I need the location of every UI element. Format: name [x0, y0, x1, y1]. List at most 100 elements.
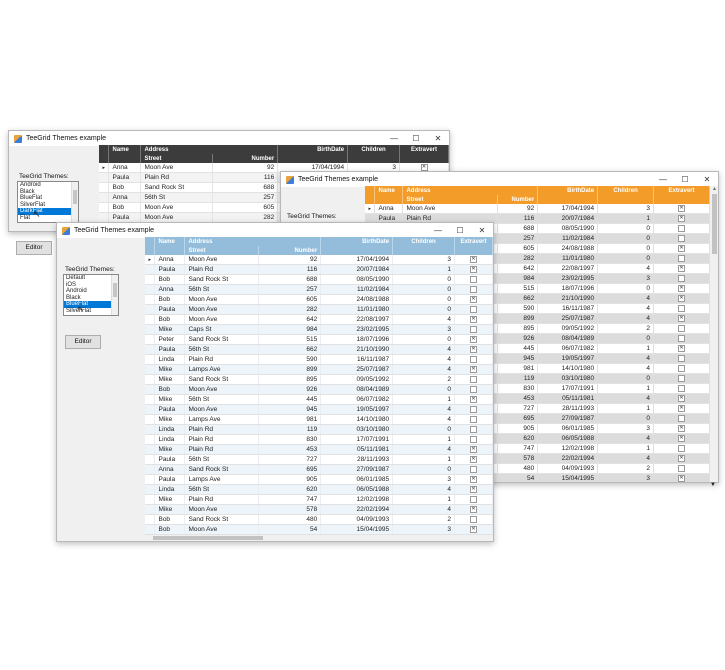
header-name[interactable]: Name	[108, 145, 142, 154]
extravert-checkbox[interactable]	[678, 254, 686, 262]
extravert-checkbox[interactable]: ✕	[469, 445, 477, 453]
table-row[interactable]: Paula 56th St 662 21/10/1990 4 ✕	[145, 344, 493, 355]
title-bar[interactable]: TeeGrid Themes example — ☐ ✕	[281, 172, 718, 187]
extravert-checkbox[interactable]: ✕	[469, 485, 477, 493]
extravert-checkbox[interactable]: ✕	[678, 394, 686, 402]
extravert-checkbox[interactable]	[469, 375, 477, 383]
table-row[interactable]: Mike Caps St 984 23/02/1995 3	[145, 324, 493, 335]
extravert-checkbox[interactable]	[678, 324, 686, 332]
extravert-checkbox[interactable]: ✕	[678, 294, 686, 302]
table-row[interactable]: Linda 56th St 620 06/05/1988 4 ✕	[145, 484, 493, 495]
extravert-checkbox[interactable]: ✕	[469, 505, 477, 513]
extravert-checkbox[interactable]	[678, 374, 686, 382]
extravert-checkbox[interactable]	[469, 415, 477, 423]
table-row[interactable]: Linda Plain Rd 590 16/11/1987 4	[145, 354, 493, 365]
title-bar[interactable]: TeeGrid Themes example — ☐ ✕	[57, 223, 493, 238]
scroll-thumb[interactable]	[153, 536, 263, 540]
header-children[interactable]: Children	[392, 237, 455, 246]
extravert-checkbox[interactable]: ✕	[678, 204, 686, 212]
table-row[interactable]: Mike Moon Ave 578 22/02/1994 4 ✕	[145, 504, 493, 515]
themes-listbox[interactable]: Android Black BlueFlat SilverFlat DarkFlat Fl…	[17, 181, 79, 223]
header-number[interactable]: Number	[497, 195, 539, 204]
table-row[interactable]: Anna Sand Rock St 695 27/09/1987 0	[145, 464, 493, 475]
table-row[interactable]: Bob Sand Rock St 480 04/09/1993 2	[145, 514, 493, 525]
extravert-checkbox[interactable]: ✕	[678, 454, 686, 462]
vertical-scrollbar[interactable]: ▲	[711, 186, 718, 482]
extravert-checkbox[interactable]	[678, 234, 686, 242]
table-row[interactable]: Bob Moon Ave 605 24/08/1988 0 ✕	[145, 294, 493, 305]
extravert-checkbox[interactable]: ✕	[469, 315, 477, 323]
table-row[interactable]: Mike Plain Rd 453 05/11/1981 4 ✕	[145, 444, 493, 455]
extravert-checkbox[interactable]	[469, 275, 477, 283]
extravert-checkbox[interactable]	[469, 465, 477, 473]
table-row[interactable]: Mike Lamps Ave 899 25/07/1987 4 ✕	[145, 364, 493, 375]
extravert-checkbox[interactable]: ✕	[678, 344, 686, 352]
data-grid-blue[interactable]: Name Address BirthDate Children Extraver…	[145, 237, 493, 535]
extravert-checkbox[interactable]	[678, 274, 686, 282]
header-birthdate[interactable]: BirthDate	[277, 145, 349, 154]
extravert-checkbox[interactable]	[469, 495, 477, 503]
theme-option[interactable]: Flat	[18, 215, 78, 222]
extravert-checkbox[interactable]: ✕	[469, 295, 477, 303]
extravert-checkbox[interactable]	[678, 224, 686, 232]
extravert-checkbox[interactable]	[469, 285, 477, 293]
horizontal-scrollbar[interactable]	[145, 535, 493, 541]
extravert-checkbox[interactable]: ✕	[469, 395, 477, 403]
extravert-checkbox[interactable]: ✕	[678, 244, 686, 252]
scroll-up-icon[interactable]: ▲	[711, 186, 718, 193]
header-street[interactable]: Street	[402, 195, 499, 204]
table-row[interactable]: Bob Moon Ave 642 22/08/1997 4 ✕	[145, 314, 493, 325]
minimize-button[interactable]: —	[427, 223, 449, 238]
table-row[interactable]: Paula Plain Rd 116 20/07/1984 1 ✕	[145, 264, 493, 275]
header-extravert[interactable]: Extravert	[653, 186, 710, 195]
header-name[interactable]: Name	[374, 186, 404, 195]
table-row[interactable]: Linda Plain Rd 119 03/10/1980 0	[145, 424, 493, 435]
table-row[interactable]: Paula Moon Ave 945 19/05/1997 4	[145, 404, 493, 415]
extravert-checkbox[interactable]	[469, 305, 477, 313]
title-bar[interactable]: TeeGrid Themes example — ☐ ✕	[9, 131, 449, 146]
extravert-checkbox[interactable]	[678, 364, 686, 372]
extravert-checkbox[interactable]: ✕	[469, 365, 477, 373]
extravert-checkbox[interactable]: ✕	[678, 434, 686, 442]
extravert-checkbox[interactable]: ✕	[469, 455, 477, 463]
table-row[interactable]: Peter Sand Rock St 515 18/07/1996 0 ✕	[145, 334, 493, 345]
header-street[interactable]: Street	[140, 154, 214, 163]
extravert-checkbox[interactable]	[678, 354, 686, 362]
extravert-checkbox[interactable]	[469, 435, 477, 443]
minimize-button[interactable]: —	[652, 172, 674, 187]
listbox-scrollbar[interactable]	[111, 275, 118, 315]
extravert-checkbox[interactable]: ✕	[678, 284, 686, 292]
header-number[interactable]: Number	[258, 246, 322, 255]
header-address[interactable]: Address	[140, 145, 279, 154]
extravert-checkbox[interactable]	[469, 405, 477, 413]
table-row[interactable]: Mike Sand Rock St 895 09/05/1992 2	[145, 374, 493, 385]
close-button[interactable]: ✕	[696, 172, 718, 187]
maximize-button[interactable]: ☐	[674, 172, 696, 187]
extravert-checkbox[interactable]: ✕	[469, 475, 477, 483]
header-address[interactable]: Address	[184, 237, 322, 246]
table-row[interactable]: Bob Moon Ave 926 08/04/1989 0	[145, 384, 493, 395]
extravert-checkbox[interactable]	[469, 425, 477, 433]
editor-button[interactable]: Editor	[65, 335, 101, 349]
close-button[interactable]: ✕	[471, 223, 493, 238]
extravert-checkbox[interactable]	[469, 385, 477, 393]
maximize-button[interactable]: ☐	[449, 223, 471, 238]
scroll-arrow-down-icon[interactable]: ▼	[710, 482, 716, 488]
extravert-checkbox[interactable]	[678, 304, 686, 312]
table-row[interactable]: Bob Moon Ave 54 15/04/1995 3 ✕	[145, 524, 493, 535]
listbox-scrollbar[interactable]	[71, 182, 78, 222]
close-button[interactable]: ✕	[427, 131, 449, 146]
table-row[interactable]: Paula Moon Ave 282 11/01/1980 0	[145, 304, 493, 315]
extravert-checkbox[interactable]	[469, 355, 477, 363]
header-birthdate[interactable]: BirthDate	[537, 186, 599, 195]
extravert-checkbox[interactable]: ✕	[469, 335, 477, 343]
extravert-checkbox[interactable]	[469, 325, 477, 333]
extravert-checkbox[interactable]: ✕	[678, 314, 686, 322]
extravert-checkbox[interactable]	[678, 444, 686, 452]
extravert-checkbox[interactable]: ✕	[678, 424, 686, 432]
header-name[interactable]: Name	[154, 237, 186, 246]
minimize-button[interactable]: —	[383, 131, 405, 146]
extravert-checkbox[interactable]: ✕	[678, 404, 686, 412]
scroll-thumb[interactable]	[712, 194, 717, 254]
table-row[interactable]: Bob Sand Rock St 688 08/05/1990 0	[145, 274, 493, 285]
